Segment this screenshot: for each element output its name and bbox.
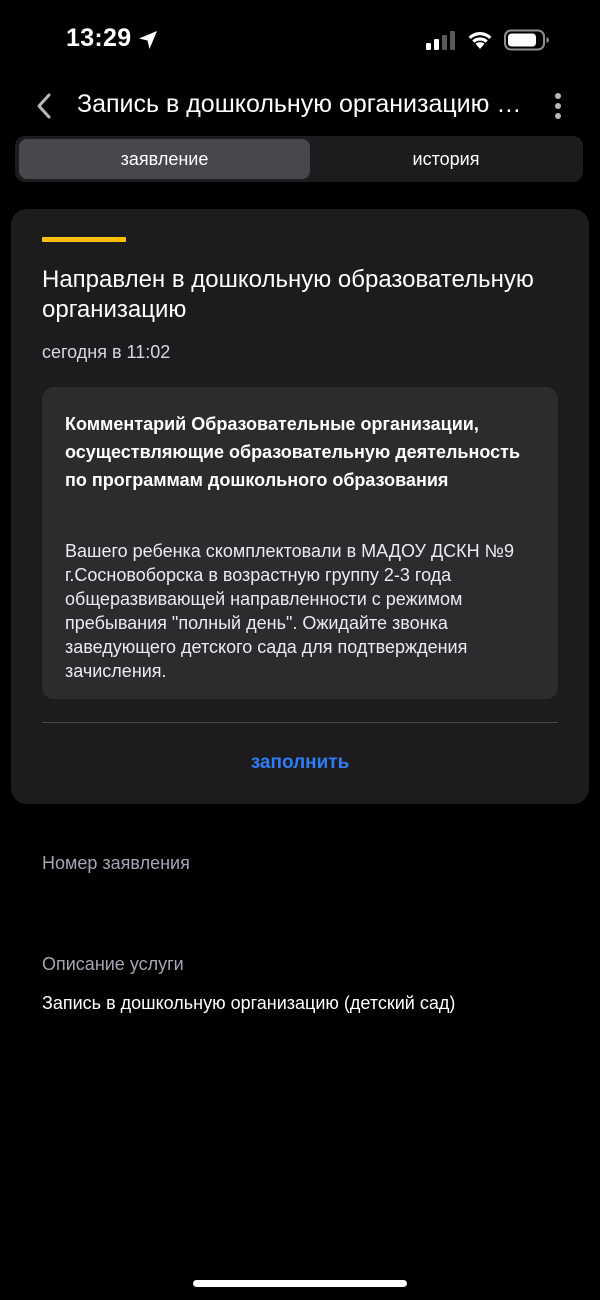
status-bar: 13:29	[0, 0, 600, 84]
app-header: Запись в дошкольную организацию (детский…	[0, 84, 600, 128]
comment-text: Вашего ребенка скомплектовали в МАДОУ ДС…	[65, 541, 514, 681]
wifi-icon	[468, 32, 492, 49]
service-description-label: Описание услуги	[42, 954, 184, 974]
page-title: Запись в дошкольную организацию (детский…	[77, 90, 527, 118]
card-divider	[42, 722, 558, 723]
tab-application[interactable]: заявление	[19, 139, 310, 179]
status-accent-bar	[42, 237, 126, 242]
fill-button[interactable]: заполнить	[11, 752, 589, 774]
tab-switcher: заявление история	[15, 136, 583, 182]
battery-icon	[504, 29, 549, 51]
back-button[interactable]	[28, 88, 60, 124]
location-arrow-icon	[139, 31, 157, 49]
comment-title: Комментарий Образовательные организации,…	[65, 414, 521, 490]
cellular-signal-icon	[426, 31, 455, 50]
application-number-label: Номер заявления	[42, 853, 190, 873]
home-indicator[interactable]	[193, 1280, 407, 1287]
comment-box: Комментарий Образовательные организации,…	[42, 387, 558, 699]
status-card: Направлен в дошкольную образовательную о…	[11, 209, 589, 804]
status-time: 13:29	[66, 24, 132, 52]
more-options-button[interactable]	[546, 90, 570, 122]
status-title: Направлен в дошкольную образовательную о…	[42, 266, 534, 323]
tab-history[interactable]: история	[311, 139, 581, 179]
status-timestamp: сегодня в 11:02	[42, 342, 171, 362]
service-description-value: Запись в дошкольную организацию (детский…	[42, 993, 456, 1013]
